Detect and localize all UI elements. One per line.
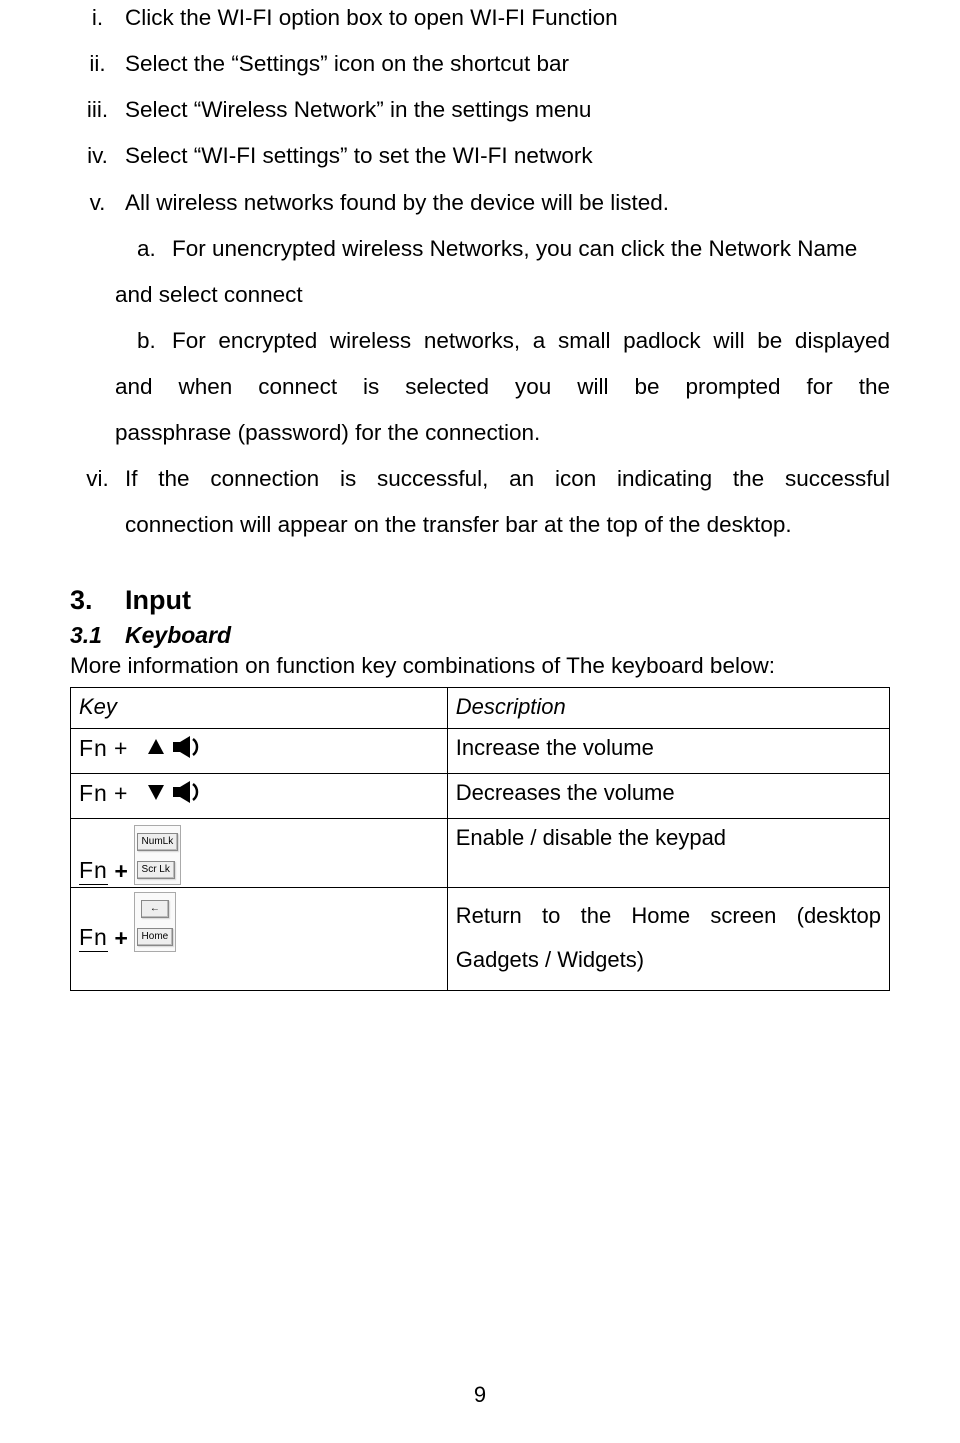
list-text: For encrypted wireless networks, a small… bbox=[172, 318, 890, 364]
fn-key-label: Fn bbox=[79, 924, 108, 950]
triangle-up-icon bbox=[146, 737, 166, 763]
list-text: Select “WI-FI settings” to set the WI-FI… bbox=[125, 133, 890, 179]
home-keycap: Home bbox=[137, 928, 174, 946]
list-item-v: v. All wireless networks found by the de… bbox=[70, 180, 890, 226]
section-number: 3. bbox=[70, 585, 125, 616]
list-text-cont: connection will appear on the transfer b… bbox=[125, 502, 890, 548]
list-text-cont: and select connect bbox=[115, 272, 890, 318]
keyboard-table: Key Description Fn + Increase bbox=[70, 687, 890, 991]
speaker-icon bbox=[172, 735, 206, 765]
list-marker: vi. bbox=[70, 456, 125, 548]
key-cell: Fn + NumLk Scr Lk bbox=[71, 818, 448, 887]
desc-line: Gadgets / Widgets) bbox=[456, 938, 881, 982]
fn-key-label: Fn bbox=[79, 735, 108, 761]
list-text-cont: passphrase (password) for the connection… bbox=[115, 410, 890, 456]
arrow-left-keycap: ← bbox=[141, 900, 169, 918]
list-subitem-a: a. For unencrypted wireless Networks, yo… bbox=[137, 226, 890, 272]
numlk-keycap: NumLk bbox=[137, 833, 179, 851]
list-text: If the connection is successful, an icon… bbox=[125, 456, 890, 502]
fn-key-label: Fn bbox=[79, 857, 108, 883]
plus-glyph: + bbox=[114, 735, 127, 761]
desc-cell: Enable / disable the keypad bbox=[447, 818, 889, 887]
subsection-title: Keyboard bbox=[125, 622, 231, 648]
desc-cell: Decreases the volume bbox=[447, 773, 889, 818]
list-text: Select the “Settings” icon on the shortc… bbox=[125, 41, 890, 87]
scrlk-keycap: Scr Lk bbox=[137, 861, 175, 879]
list-subitem-b: b. For encrypted wireless networks, a sm… bbox=[137, 318, 890, 364]
plus-glyph: + bbox=[114, 780, 127, 806]
desc-line: Return to the Home screen (desktop bbox=[456, 894, 881, 938]
list-marker: v. bbox=[70, 180, 125, 226]
list-item-ii: ii. Select the “Settings” icon on the sh… bbox=[70, 41, 890, 87]
list-item-vi: vi. If the connection is successful, an … bbox=[70, 456, 890, 548]
list-text: For unencrypted wireless Networks, you c… bbox=[172, 226, 890, 272]
list-item-iv: iv. Select “WI-FI settings” to set the W… bbox=[70, 133, 890, 179]
desc-cell: Increase the volume bbox=[447, 728, 889, 773]
speaker-icon bbox=[172, 780, 206, 810]
table-row: Fn + Increase the volume bbox=[71, 728, 890, 773]
page-number: 9 bbox=[70, 1382, 890, 1408]
list-marker: b. bbox=[137, 318, 172, 364]
table-header-desc: Description bbox=[447, 687, 889, 728]
list-marker: ii. bbox=[70, 41, 125, 87]
triangle-down-icon bbox=[146, 782, 166, 808]
table-row: Fn + ← Home Return to the Home screen (d… bbox=[71, 887, 890, 990]
list-item-iii: iii. Select “Wireless Network” in the se… bbox=[70, 87, 890, 133]
section-heading: 3.Input bbox=[70, 585, 890, 616]
desc-cell: Return to the Home screen (desktop Gadge… bbox=[447, 887, 889, 990]
table-header-key: Key bbox=[71, 687, 448, 728]
list-marker: i. bbox=[70, 0, 125, 41]
list-marker: a. bbox=[137, 226, 172, 272]
section-title: Input bbox=[125, 585, 191, 615]
table-header-row: Key Description bbox=[71, 687, 890, 728]
list-text: Select “Wireless Network” in the setting… bbox=[125, 87, 890, 133]
ordered-list: i. Click the WI-FI option box to open WI… bbox=[70, 0, 890, 549]
intro-text: More information on function key combina… bbox=[70, 653, 890, 679]
list-text: All wireless networks found by the devic… bbox=[125, 180, 890, 226]
plus-glyph: + bbox=[114, 925, 127, 951]
plus-glyph: + bbox=[114, 858, 127, 884]
table-row: Fn + Decreases the volume bbox=[71, 773, 890, 818]
list-item-i: i. Click the WI-FI option box to open WI… bbox=[70, 0, 890, 41]
fn-key-label: Fn bbox=[79, 780, 108, 806]
list-marker: iv. bbox=[70, 133, 125, 179]
list-marker: iii. bbox=[70, 87, 125, 133]
key-cell: Fn + bbox=[71, 773, 448, 818]
key-cell: Fn + ← Home bbox=[71, 887, 448, 990]
table-row: Fn + NumLk Scr Lk Enable / disable the k… bbox=[71, 818, 890, 887]
list-text: Click the WI-FI option box to open WI-FI… bbox=[125, 0, 890, 41]
list-text-cont: and when connect is selected you will be… bbox=[115, 364, 890, 410]
key-cell: Fn + bbox=[71, 728, 448, 773]
subsection-heading: 3.1Keyboard bbox=[70, 622, 890, 649]
subsection-number: 3.1 bbox=[70, 622, 125, 649]
